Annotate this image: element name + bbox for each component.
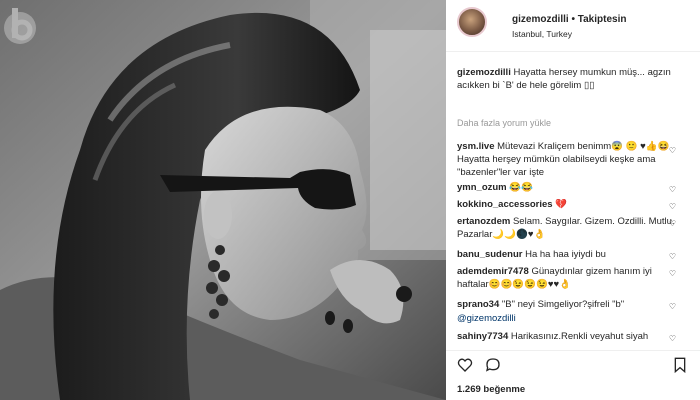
post-author: gizemozdilli • Takiptesin <box>512 14 626 25</box>
post-sidebar: gizemozdilli • Takiptesin Istanbul, Turk… <box>446 0 700 400</box>
comment-icon[interactable] <box>485 357 501 373</box>
post-actions-bar: 1.269 beğenme <box>446 350 700 400</box>
mention-link[interactable]: @gizemozdilli <box>457 313 516 324</box>
comment-text: "B" neyi Simgeliyor?şifreli "b" <box>501 299 625 310</box>
comment-username[interactable]: ademdemir7478 <box>457 266 529 277</box>
small-heart-icon[interactable]: ♡ <box>669 332 676 345</box>
load-more-comments-link[interactable]: Daha fazla yorum yükle <box>446 117 700 130</box>
comment-username[interactable]: ysm.live <box>457 141 495 152</box>
separator-dot: • <box>571 14 575 25</box>
comment-item: ademdemir7478 Günaydınlar gizem hanım iy… <box>446 265 700 291</box>
comment-username[interactable]: kokkino_accessories <box>457 199 553 210</box>
comment-item: ymn_ozum 😂😂 ♡ <box>446 181 700 194</box>
instagram-post-view: gizemozdilli • Takiptesin Istanbul, Turk… <box>0 0 700 400</box>
comment-text: 😂😂 <box>509 182 533 193</box>
follow-status-button[interactable]: Takiptesin <box>578 14 627 25</box>
comment-username[interactable]: sprano34 <box>457 299 499 310</box>
small-heart-icon[interactable]: ♡ <box>669 200 676 213</box>
small-heart-icon[interactable]: ♡ <box>669 250 676 263</box>
caption: gizemozdilli Hayatta hersey mumkun müş..… <box>446 66 700 92</box>
comment-username[interactable]: ymn_ozum <box>457 182 507 193</box>
comment-item: ysm.live Mütevazi Kraliçem benimm😨 🙂 ♥👍😆… <box>446 140 700 179</box>
likes-count[interactable]: 1.269 beğenme <box>457 384 525 395</box>
comment-item: sprano34 "B" neyi Simgeliyor?şifreli "b"… <box>446 298 700 311</box>
small-heart-icon[interactable]: ♡ <box>669 144 676 157</box>
comment-item: ertanozdem Selam. Saygılar. Gizem. Ozdil… <box>446 215 700 241</box>
comment-text: 💔 <box>555 199 568 210</box>
caption-username[interactable]: gizemozdilli <box>457 67 511 78</box>
comment-item: @gizemozdilli <box>446 312 700 325</box>
action-icons <box>457 357 510 373</box>
comment-text: Harikasınız.Renkli veyahut siyah <box>510 331 649 342</box>
post-header: gizemozdilli • Takiptesin Istanbul, Turk… <box>446 0 700 52</box>
small-heart-icon[interactable]: ♡ <box>669 267 676 280</box>
watermark-logo <box>4 8 36 44</box>
comment-item: sahiny7734 Harikasınız.Renkli veyahut si… <box>446 330 700 343</box>
bookmark-icon[interactable] <box>672 357 688 373</box>
comment-item: banu_sudenur Ha ha haa iyiydi bu ♡ <box>446 248 700 261</box>
comment-username[interactable]: ertanozdem <box>457 216 510 227</box>
post-photo[interactable] <box>0 0 446 400</box>
comment-item: kokkino_accessories 💔 ♡ <box>446 198 700 211</box>
small-heart-icon[interactable]: ♡ <box>669 217 676 230</box>
author-username[interactable]: gizemozdilli <box>512 14 569 25</box>
comment-username[interactable]: banu_sudenur <box>457 249 522 260</box>
avatar[interactable] <box>457 7 487 37</box>
comment-username[interactable]: sahiny7734 <box>457 331 508 342</box>
location-link[interactable]: Istanbul, Turkey <box>512 29 572 39</box>
heart-icon[interactable] <box>457 357 473 373</box>
comment-text: Ha ha haa iyiydi bu <box>525 249 606 260</box>
small-heart-icon[interactable]: ♡ <box>669 183 676 196</box>
photo-illustration <box>0 0 446 400</box>
